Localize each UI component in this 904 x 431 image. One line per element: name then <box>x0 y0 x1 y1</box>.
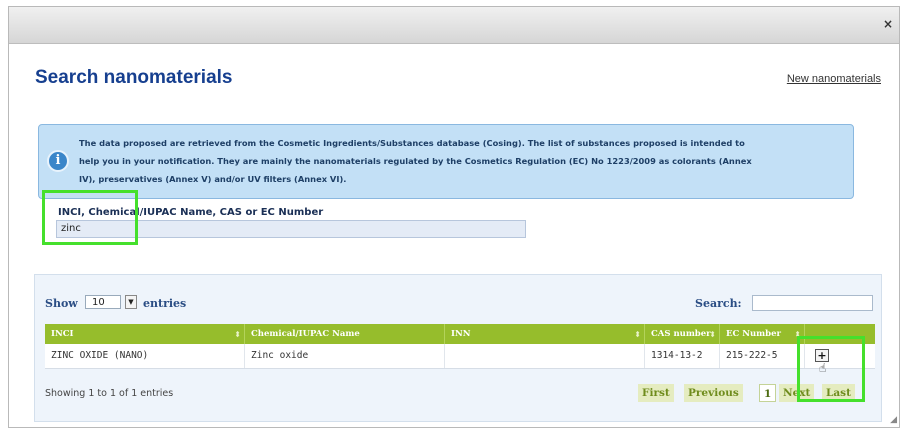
cell-ec: 215-222-5 <box>720 344 805 368</box>
sort-icon: ⬍ <box>234 329 241 339</box>
info-box: i The data proposed are retrieved from t… <box>38 124 854 199</box>
table-search-label: Search: <box>695 297 742 310</box>
showing-info: Showing 1 to 1 of 1 entries <box>45 388 174 399</box>
search-field-label: INCI, Chemical/IUPAC Name, CAS or EC Num… <box>58 207 324 218</box>
cell-chemical: Zinc oxide <box>245 344 445 368</box>
close-icon[interactable]: × <box>883 17 893 31</box>
entries-label: entries <box>143 297 187 310</box>
info-icon: i <box>47 150 69 172</box>
column-header-ec[interactable]: EC Number ⬍ <box>720 324 805 344</box>
chevron-down-icon[interactable]: ▼ <box>125 295 137 309</box>
column-header-inn[interactable]: INN ⬍ <box>445 324 645 344</box>
show-label: Show <box>45 297 78 310</box>
sort-icon: ⬍ <box>634 329 641 339</box>
info-text: The data proposed are retrieved from the… <box>79 134 849 188</box>
table-header: INCI ⬍ Chemical/IUPAC Name INN ⬍ CAS numbe… <box>45 324 875 344</box>
cell-action: + ☝ <box>805 344 875 375</box>
column-header-label: CAS number <box>651 329 711 339</box>
next-page-button[interactable]: Next <box>779 384 815 402</box>
column-header-label: INN <box>451 329 471 339</box>
page-1-button[interactable]: 1 <box>759 384 777 402</box>
column-header-inci[interactable]: INCI ⬍ <box>45 324 245 344</box>
first-page-button[interactable]: First <box>638 384 674 402</box>
entries-select[interactable]: 10 <box>85 295 121 309</box>
info-line: The data proposed are retrieved from the… <box>79 138 745 148</box>
table-search-input[interactable] <box>752 295 873 311</box>
hand-cursor-icon: ☝ <box>819 361 827 375</box>
column-header-label: Chemical/IUPAC Name <box>251 329 360 339</box>
sort-icon: ⬍ <box>794 329 801 339</box>
dialog: × Search nanomaterials New nanomaterials… <box>8 6 900 428</box>
column-header-cas[interactable]: CAS number ⬍ <box>645 324 720 344</box>
info-line: IV), preservatives (Annex V) and/or UV f… <box>79 174 347 184</box>
previous-page-button[interactable]: Previous <box>684 384 743 402</box>
results-panel: Show 10 ▼ entries Search: INCI ⬍ Chemical… <box>34 274 882 422</box>
cell-inci: ZINC OXIDE (NANO) <box>45 344 245 368</box>
search-input[interactable] <box>56 220 526 238</box>
column-header-chemical[interactable]: Chemical/IUPAC Name <box>245 324 445 344</box>
table-row: ZINC OXIDE (NANO) Zinc oxide 1314-13-2 2… <box>45 344 875 375</box>
cell-inn <box>445 344 645 368</box>
new-nanomaterials-link[interactable]: New nanomaterials <box>787 73 881 85</box>
column-header-label: EC Number <box>726 329 781 339</box>
last-page-button[interactable]: Last <box>822 384 855 402</box>
sort-icon: ⬍ <box>709 329 716 339</box>
info-line: help you in your notification. They are … <box>79 156 752 166</box>
dialog-titlebar: × <box>9 7 899 44</box>
column-header-action <box>805 324 875 344</box>
page-title: Search nanomaterials <box>35 67 233 88</box>
column-header-label: INCI <box>51 329 74 339</box>
cell-cas: 1314-13-2 <box>645 344 720 368</box>
resize-handle-icon[interactable]: ◢ <box>890 415 897 425</box>
